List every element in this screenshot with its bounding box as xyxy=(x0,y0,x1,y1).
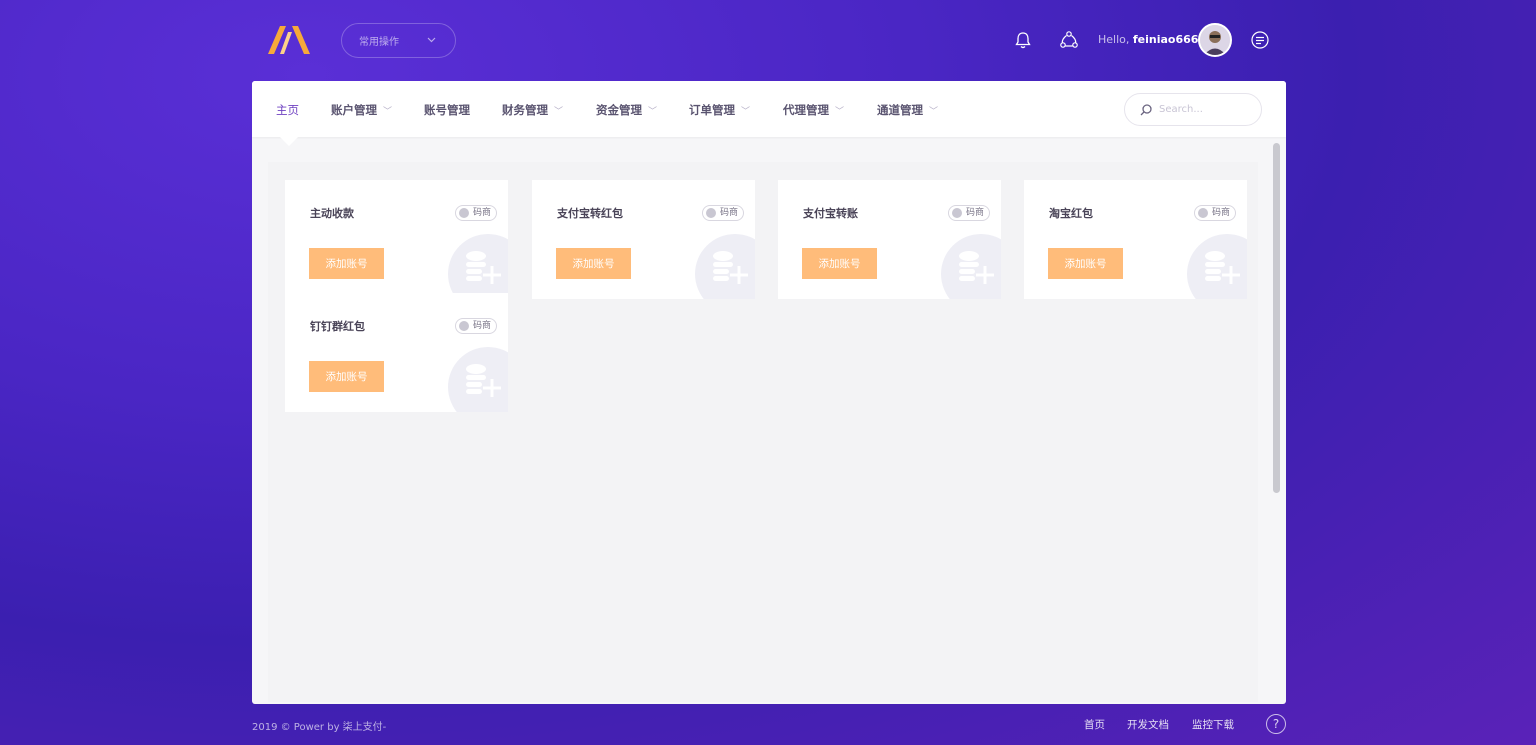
quick-ops-label: 常用操作 xyxy=(359,37,399,48)
chevron-down-icon: ﹀ xyxy=(835,107,845,117)
search-input[interactable]: Search... xyxy=(1124,93,1262,126)
quick-ops-dropdown[interactable]: 常用操作 xyxy=(341,23,456,58)
nav-item-home[interactable]: 主页 xyxy=(276,102,299,118)
add-account-button[interactable]: 添加账号 xyxy=(309,361,384,392)
merchant-badge[interactable]: 码商 xyxy=(454,205,497,221)
user-greeting: Hello, feiniao666 xyxy=(1098,33,1198,46)
search-icon xyxy=(1140,104,1152,116)
nav-item-account-mgmt[interactable]: 账户管理 ﹀ xyxy=(331,102,392,118)
chevron-down-icon: ﹀ xyxy=(929,107,939,117)
avatar[interactable] xyxy=(1198,23,1232,57)
coin-stack-add-icon xyxy=(448,234,508,299)
scrollbar[interactable] xyxy=(1273,143,1280,493)
chevron-down-icon: ﹀ xyxy=(383,107,393,117)
chevron-down-icon xyxy=(426,34,437,48)
add-account-button[interactable]: 添加账号 xyxy=(802,248,877,279)
card-title: 支付宝转账 xyxy=(803,207,858,220)
brand-logo[interactable] xyxy=(266,24,312,56)
greeting-prefix: Hello, xyxy=(1098,33,1130,46)
nav-label: 主页 xyxy=(276,103,299,117)
merchant-badge[interactable]: 码商 xyxy=(454,318,497,334)
channel-card: 支付宝转红包 码商 添加账号 xyxy=(532,180,755,299)
coin-stack-add-icon xyxy=(1187,234,1247,299)
coin-stack-add-icon xyxy=(695,234,755,299)
chevron-down-icon: ﹀ xyxy=(648,107,658,117)
chevron-down-icon: ﹀ xyxy=(741,107,751,117)
nav-label: 订单管理 xyxy=(689,103,735,117)
nav-label: 账号管理 xyxy=(424,103,470,117)
nav-item-channel-mgmt[interactable]: 通道管理 ﹀ xyxy=(877,102,938,118)
card-title: 主动收款 xyxy=(310,207,354,220)
channel-card: 钉钉群红包 码商 添加账号 xyxy=(285,293,508,412)
merchant-badge[interactable]: 码商 xyxy=(701,205,744,221)
channel-card: 支付宝转账 码商 添加账号 xyxy=(778,180,1001,299)
chevron-down-icon: ﹀ xyxy=(554,107,564,117)
card-title: 淘宝红包 xyxy=(1049,207,1093,220)
merchant-badge[interactable]: 码商 xyxy=(1193,205,1236,221)
share-icon[interactable] xyxy=(1059,30,1079,50)
coin-stack-add-icon xyxy=(941,234,1001,299)
channel-card: 主动收款 码商 添加账号 xyxy=(285,180,508,299)
footer-link-home[interactable]: 首页 xyxy=(1084,717,1105,732)
footer-link-dev-docs[interactable]: 开发文档 xyxy=(1127,717,1169,732)
nav-item-order-mgmt[interactable]: 订单管理 ﹀ xyxy=(689,102,750,118)
add-account-button[interactable]: 添加账号 xyxy=(1048,248,1123,279)
merchant-badge[interactable]: 码商 xyxy=(947,205,990,221)
add-account-button[interactable]: 添加账号 xyxy=(556,248,631,279)
nav-label: 资金管理 xyxy=(596,103,642,117)
channel-card: 淘宝红包 码商 添加账号 xyxy=(1024,180,1247,299)
username[interactable]: feiniao666 xyxy=(1133,33,1199,46)
nav-label: 财务管理 xyxy=(502,103,548,117)
nav-label: 账户管理 xyxy=(331,103,377,117)
bell-icon[interactable] xyxy=(1013,30,1033,50)
card-title: 钉钉群红包 xyxy=(310,320,365,333)
card-title: 支付宝转红包 xyxy=(557,207,623,220)
nav-item-funds-mgmt[interactable]: 资金管理 ﹀ xyxy=(596,102,657,118)
footer-link-monitor-download[interactable]: 监控下载 xyxy=(1192,717,1234,732)
main-panel: 主页 账户管理 ﹀ 账号管理 财务管理 ﹀ 资金管理 ﹀ 订单管理 ﹀ 代理管理 ﹀ 通道… xyxy=(252,81,1286,704)
menu-icon[interactable] xyxy=(1250,30,1270,50)
help-icon[interactable]: ? xyxy=(1266,714,1286,734)
nav-label: 代理管理 xyxy=(783,103,829,117)
top-header: 常用操作 Hello, feiniao666 xyxy=(0,0,1536,80)
nav-label: 通道管理 xyxy=(877,103,923,117)
nav-item-finance-mgmt[interactable]: 财务管理 ﹀ xyxy=(502,102,563,118)
main-nav: 主页 账户管理 ﹀ 账号管理 财务管理 ﹀ 资金管理 ﹀ 订单管理 ﹀ 代理管理 ﹀ 通道… xyxy=(252,81,1286,137)
coin-stack-add-icon xyxy=(448,347,508,412)
active-nav-pointer xyxy=(280,137,298,146)
add-account-button[interactable]: 添加账号 xyxy=(309,248,384,279)
search-placeholder: Search... xyxy=(1159,104,1203,115)
nav-item-number-mgmt[interactable]: 账号管理 xyxy=(424,102,470,118)
copyright-text: 2019 © Power by 柒上支付- xyxy=(252,722,387,733)
nav-item-agent-mgmt[interactable]: 代理管理 ﹀ xyxy=(783,102,844,118)
